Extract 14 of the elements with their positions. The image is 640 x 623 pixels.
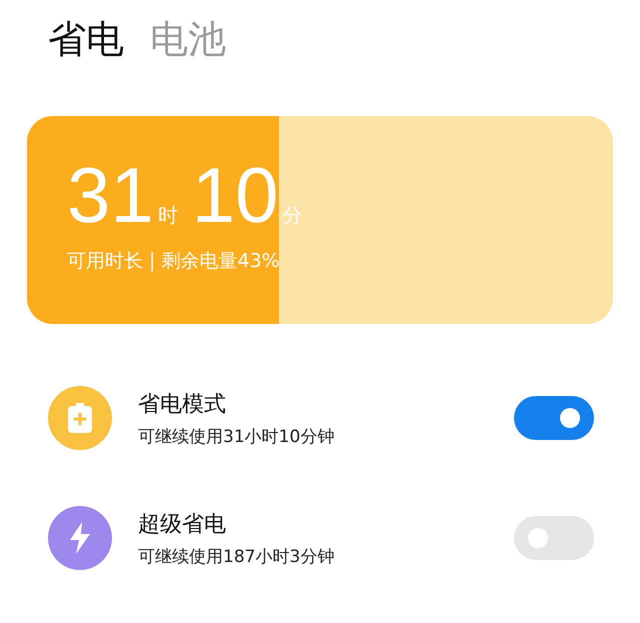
mode-toggle[interactable] <box>514 516 594 560</box>
mode-subtitle: 可继续使用31小时10分钟 <box>138 426 336 448</box>
hours-value: 31 <box>67 156 154 234</box>
mode-toggle[interactable] <box>514 396 594 440</box>
mode-subtitle: 可继续使用187小时3分钟 <box>138 546 336 568</box>
minutes-value: 10 <box>192 156 279 234</box>
tab[interactable]: 省电 <box>48 14 124 66</box>
mode-title: 超级省电 <box>138 510 227 538</box>
lightning-icon <box>68 522 92 554</box>
mode-title: 省电模式 <box>138 390 227 418</box>
battery-caption: 可用时长 | 剩余电量43% <box>67 249 280 274</box>
minutes-unit: 分 <box>282 202 303 229</box>
battery-plus-icon <box>68 403 92 433</box>
hours-unit: 时 <box>158 202 178 229</box>
